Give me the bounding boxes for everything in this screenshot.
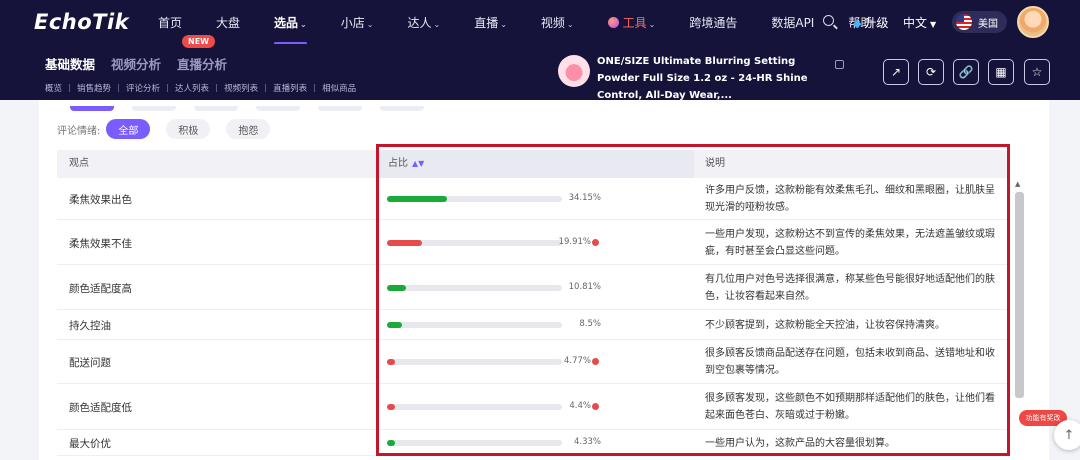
nav-item-6[interactable]: 视频 ⌄	[541, 14, 574, 31]
nav-item-label: 小店	[340, 15, 365, 30]
region-selector[interactable]: 美国	[952, 11, 1007, 33]
section-link-3[interactable]: 达人列表	[175, 82, 209, 94]
upgrade-button[interactable]: ◆ 升级	[853, 14, 888, 31]
share-button[interactable]: ↗	[883, 59, 909, 85]
refresh-icon: ⟳	[925, 65, 937, 79]
divider	[314, 84, 316, 92]
viewpoint-cell: 最大价优	[69, 438, 111, 450]
chevron-down-icon: ⌄	[648, 19, 656, 29]
nav-item-3[interactable]: 小店 ⌄	[341, 14, 374, 31]
qrcode-icon: ▦	[995, 65, 1007, 79]
tools-icon	[607, 16, 619, 28]
nav-item-label: 视频	[540, 15, 565, 30]
caret-down-icon: ▼	[930, 20, 937, 29]
product-title[interactable]: ONE/SIZE Ultimate Blurring Setting Powde…	[597, 53, 829, 104]
viewpoint-cell: 柔焦效果出色	[69, 194, 132, 206]
star-icon: ☆	[1031, 65, 1043, 79]
divider	[118, 84, 120, 92]
section-link-2[interactable]: 评论分析	[126, 82, 160, 94]
search-icon[interactable]	[823, 15, 834, 26]
nav-item-9[interactable]: 数据API	[771, 14, 814, 31]
sentiment-filter-label: 评论情绪:	[57, 125, 101, 137]
analysis-tabs: 基础数据 视频分析 直播分析	[45, 54, 243, 73]
region-label: 美国	[978, 18, 998, 30]
link-button[interactable]: 🔗	[953, 59, 979, 85]
scroll-thumb[interactable]	[1015, 192, 1024, 398]
nav-item-label: 直播	[474, 15, 499, 30]
section-links: 概览 销售趋势 评论分析 达人列表 视频列表 直播列表 相似商品	[45, 82, 356, 94]
language-selector[interactable]: 中文 ▼	[903, 14, 936, 31]
us-flag-icon	[956, 14, 972, 30]
nav-item-4[interactable]: 达人 ⌄	[407, 14, 440, 31]
section-link-5[interactable]: 直播列表	[273, 82, 307, 94]
nav-item-label: 数据API	[771, 15, 815, 30]
chevron-down-icon: ⌄	[500, 19, 507, 29]
viewpoint-cell: 持久控油	[69, 320, 111, 332]
upgrade-label: 升级	[864, 16, 889, 30]
nav-item-7[interactable]: 工具 ⌄	[607, 14, 656, 31]
tab-live-analysis[interactable]: 直播分析	[177, 54, 227, 73]
filter-complaint[interactable]: 抱怨	[226, 119, 271, 139]
nav-item-8[interactable]: 跨境通告	[689, 14, 737, 31]
section-link-4[interactable]: 视频列表	[224, 82, 258, 94]
nav-item-5[interactable]: 直播 ⌄	[474, 14, 507, 31]
viewpoint-cell: 柔焦效果不佳	[69, 237, 132, 250]
section-link-6[interactable]: 相似商品	[322, 82, 356, 94]
header-viewpoint: 观点	[69, 158, 89, 169]
nav-item-label: 达人	[407, 15, 432, 30]
divider	[216, 84, 218, 92]
divider	[167, 84, 169, 92]
nav-item-label: 大盘	[216, 15, 241, 30]
refresh-button[interactable]: ⟳	[918, 59, 944, 85]
viewpoint-cell: 颜色适配度低	[69, 402, 132, 414]
nav-item-label: 选品	[274, 15, 299, 30]
nav-item-label: 首页	[158, 15, 183, 30]
top-navigation: EchoTik 首页 大盘 选品 ⌄ 小店 ⌄ 达人 ⌄ 直播 ⌄ 视频 ⌄ 工具 ⌄ 跨境通告 数据API 帮…	[0, 0, 1080, 45]
echotik-logo[interactable]: EchoTik	[34, 10, 129, 34]
main-nav: 首页 大盘 选品 ⌄ 小店 ⌄ 达人 ⌄ 直播 ⌄ 视频 ⌄ 工具 ⌄ 跨境通告 数据API 帮助 ⌄	[158, 0, 915, 45]
user-avatar[interactable]	[1017, 6, 1049, 38]
filter-positive[interactable]: 积极	[166, 119, 211, 139]
nav-item-1[interactable]: 大盘	[216, 14, 240, 31]
external-link-icon[interactable]	[835, 60, 844, 69]
share-icon: ↗	[890, 65, 902, 79]
viewpoint-cell: 颜色适配度高	[69, 282, 132, 295]
nav-item-0[interactable]: 首页	[158, 14, 182, 31]
section-link-0[interactable]: 概览	[45, 82, 62, 94]
new-badge: NEW	[182, 35, 215, 48]
cut-off-filter-row	[70, 100, 540, 111]
language-label: 中文	[903, 16, 928, 30]
tab-basic-data[interactable]: 基础数据	[45, 54, 95, 73]
chevron-down-icon: ⌄	[300, 19, 307, 29]
product-header: ONE/SIZE Ultimate Blurring Setting Powde…	[558, 53, 829, 104]
chevron-down-icon: ⌄	[433, 19, 441, 29]
scroll-up-icon[interactable]: ▲	[1015, 180, 1020, 188]
divider	[265, 84, 267, 92]
nav-item-2[interactable]: 选品 ⌄	[274, 14, 307, 45]
diamond-icon: ◆	[853, 17, 862, 30]
chevron-down-icon: ⌄	[566, 19, 574, 29]
sentiment-filter: 评论情绪: 全部 积极 抱怨	[57, 119, 286, 139]
nav-item-label: 工具	[622, 15, 647, 30]
filter-all[interactable]: 全部	[106, 119, 151, 139]
nav-item-label: 跨境通告	[689, 15, 738, 30]
scroll-top-button[interactable]: ↑	[1054, 420, 1080, 450]
divider	[69, 84, 71, 92]
qrcode-button[interactable]: ▦	[988, 59, 1014, 85]
tab-video-analysis[interactable]: 视频分析	[111, 54, 161, 73]
star-button[interactable]: ☆	[1024, 59, 1050, 85]
product-thumbnail[interactable]	[558, 55, 590, 87]
viewpoint-cell: 配送问题	[69, 357, 111, 369]
link-icon: 🔗	[958, 65, 974, 79]
section-link-1[interactable]: 销售趋势	[77, 82, 111, 94]
chevron-down-icon: ⌄	[366, 19, 374, 29]
highlight-box	[376, 144, 1010, 456]
